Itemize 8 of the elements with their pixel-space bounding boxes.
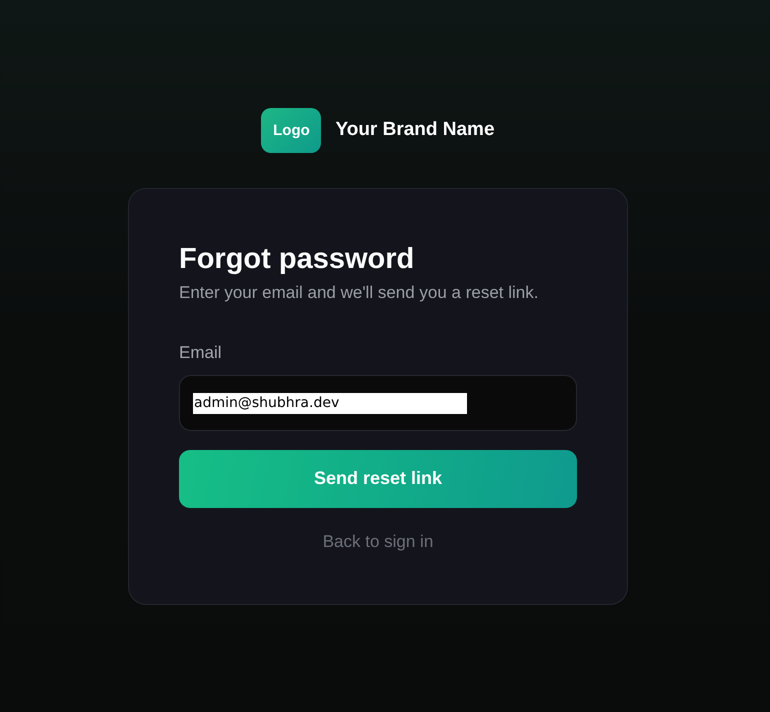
send-reset-link-button[interactable]: Send reset link [179,450,577,508]
logo: Logo [261,108,322,152]
page-title: Forgot password [179,242,416,276]
back-to-sign-in-link[interactable]: Back to sign in [322,530,434,554]
email-field[interactable]: admin@shubhra.dev [179,374,577,430]
field-label: Email [179,342,223,364]
subtitle: Enter your email and we'll send you a reset link. [179,282,540,304]
brand-name: Your Brand Name [335,119,495,141]
